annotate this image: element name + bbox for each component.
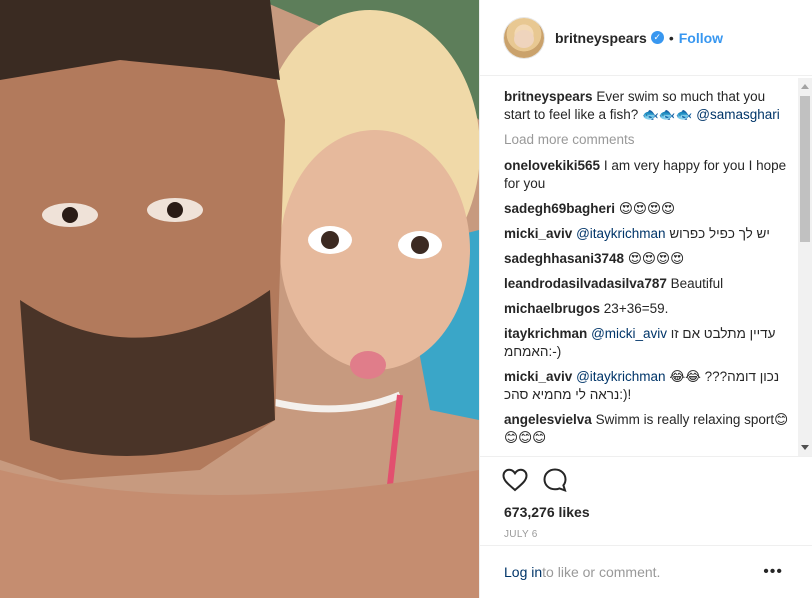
comment-text: 😍😍😍😍 [627, 251, 685, 266]
post-footer: Log in to like or comment. ••• [480, 545, 812, 598]
comment-username[interactable]: micki_aviv [504, 369, 572, 384]
scrollbar-thumb[interactable] [800, 96, 810, 242]
avatar[interactable] [504, 17, 544, 58]
verified-badge-icon: ✓ [650, 31, 664, 44]
scroll-down-arrow-icon[interactable] [801, 445, 809, 450]
heart-icon[interactable] [502, 468, 528, 492]
comment-text: Beautiful [670, 276, 724, 291]
comment-mention[interactable]: @itaykrichman [576, 226, 665, 241]
comments-scrollbar[interactable] [798, 78, 812, 456]
comment-username[interactable]: onelovekiki565 [504, 158, 600, 173]
scroll-up-arrow-icon[interactable] [801, 84, 809, 89]
post-date[interactable]: JULY 6 [502, 529, 812, 540]
login-link[interactable]: Log in [504, 564, 542, 580]
comment-row: onelovekiki565 I am very happy for you I… [504, 157, 790, 193]
comment-username[interactable]: micki_aviv [504, 226, 572, 241]
comment-text: יש לך כפיל כפרוש [669, 226, 770, 241]
post-side-panel: britneyspears ✓ • Follow britneyspears E… [479, 0, 812, 598]
post-photo[interactable] [0, 0, 479, 598]
more-options-icon[interactable]: ••• [763, 563, 783, 581]
comment-username[interactable]: leandrodasilvadasilva787 [504, 276, 667, 291]
comment-username[interactable]: michaelbrugos [504, 301, 600, 316]
comment-row: micki_aviv @itaykrichman נכון דומה??? 😂😂… [504, 368, 790, 404]
caption-username[interactable]: britneyspears [504, 89, 593, 104]
comment-username[interactable]: sadeghhasani3748 [504, 251, 624, 266]
comment-username[interactable]: sadegh69bagheri [504, 201, 615, 216]
comment-text: 😍😍😍😍 [618, 201, 676, 216]
comment-bubble-icon[interactable] [542, 467, 568, 493]
likes-count[interactable]: 673,276 likes [502, 504, 812, 520]
comment-username[interactable]: angelesvielva [504, 412, 592, 427]
comment-row: micki_aviv @itaykrichman יש לך כפיל כפרו… [504, 225, 790, 243]
header-username[interactable]: britneyspears [555, 30, 647, 46]
post-actions: 673,276 likes JULY 6 [480, 456, 812, 540]
comment-mention[interactable]: @itaykrichman [576, 369, 665, 384]
caption-mention[interactable]: @samasghari [696, 107, 780, 122]
comment-row: sadeghhasani3748 😍😍😍😍 [504, 250, 790, 268]
separator-dot: • [668, 29, 674, 46]
comment-row: angelesvielva Swimm is really relaxing s… [504, 411, 790, 447]
comment-username[interactable]: itaykrichman [504, 326, 587, 341]
follow-button[interactable]: Follow [679, 30, 723, 46]
comment-text: 23+36=59. [603, 301, 669, 316]
instagram-post: britneyspears ✓ • Follow britneyspears E… [0, 0, 812, 598]
caption: britneyspears Ever swim so much that you… [504, 88, 790, 124]
comment-row: leandrodasilvadasilva787 Beautiful [504, 275, 790, 293]
load-more-comments-button[interactable]: Load more comments [504, 131, 790, 149]
post-header: britneyspears ✓ • Follow [480, 0, 812, 76]
comment-row: itaykrichman @micki_aviv עדיין מתלבט אם … [504, 325, 790, 361]
comment-row: sadegh69bagheri 😍😍😍😍 [504, 200, 790, 218]
comment-mention[interactable]: @micki_aviv [591, 326, 667, 341]
comment-row: michaelbrugos 23+36=59. [504, 300, 790, 318]
login-prompt-text: to like or comment. [542, 564, 661, 580]
comments-list[interactable]: britneyspears Ever swim so much that you… [504, 88, 790, 452]
selfie-illustration [0, 0, 479, 598]
